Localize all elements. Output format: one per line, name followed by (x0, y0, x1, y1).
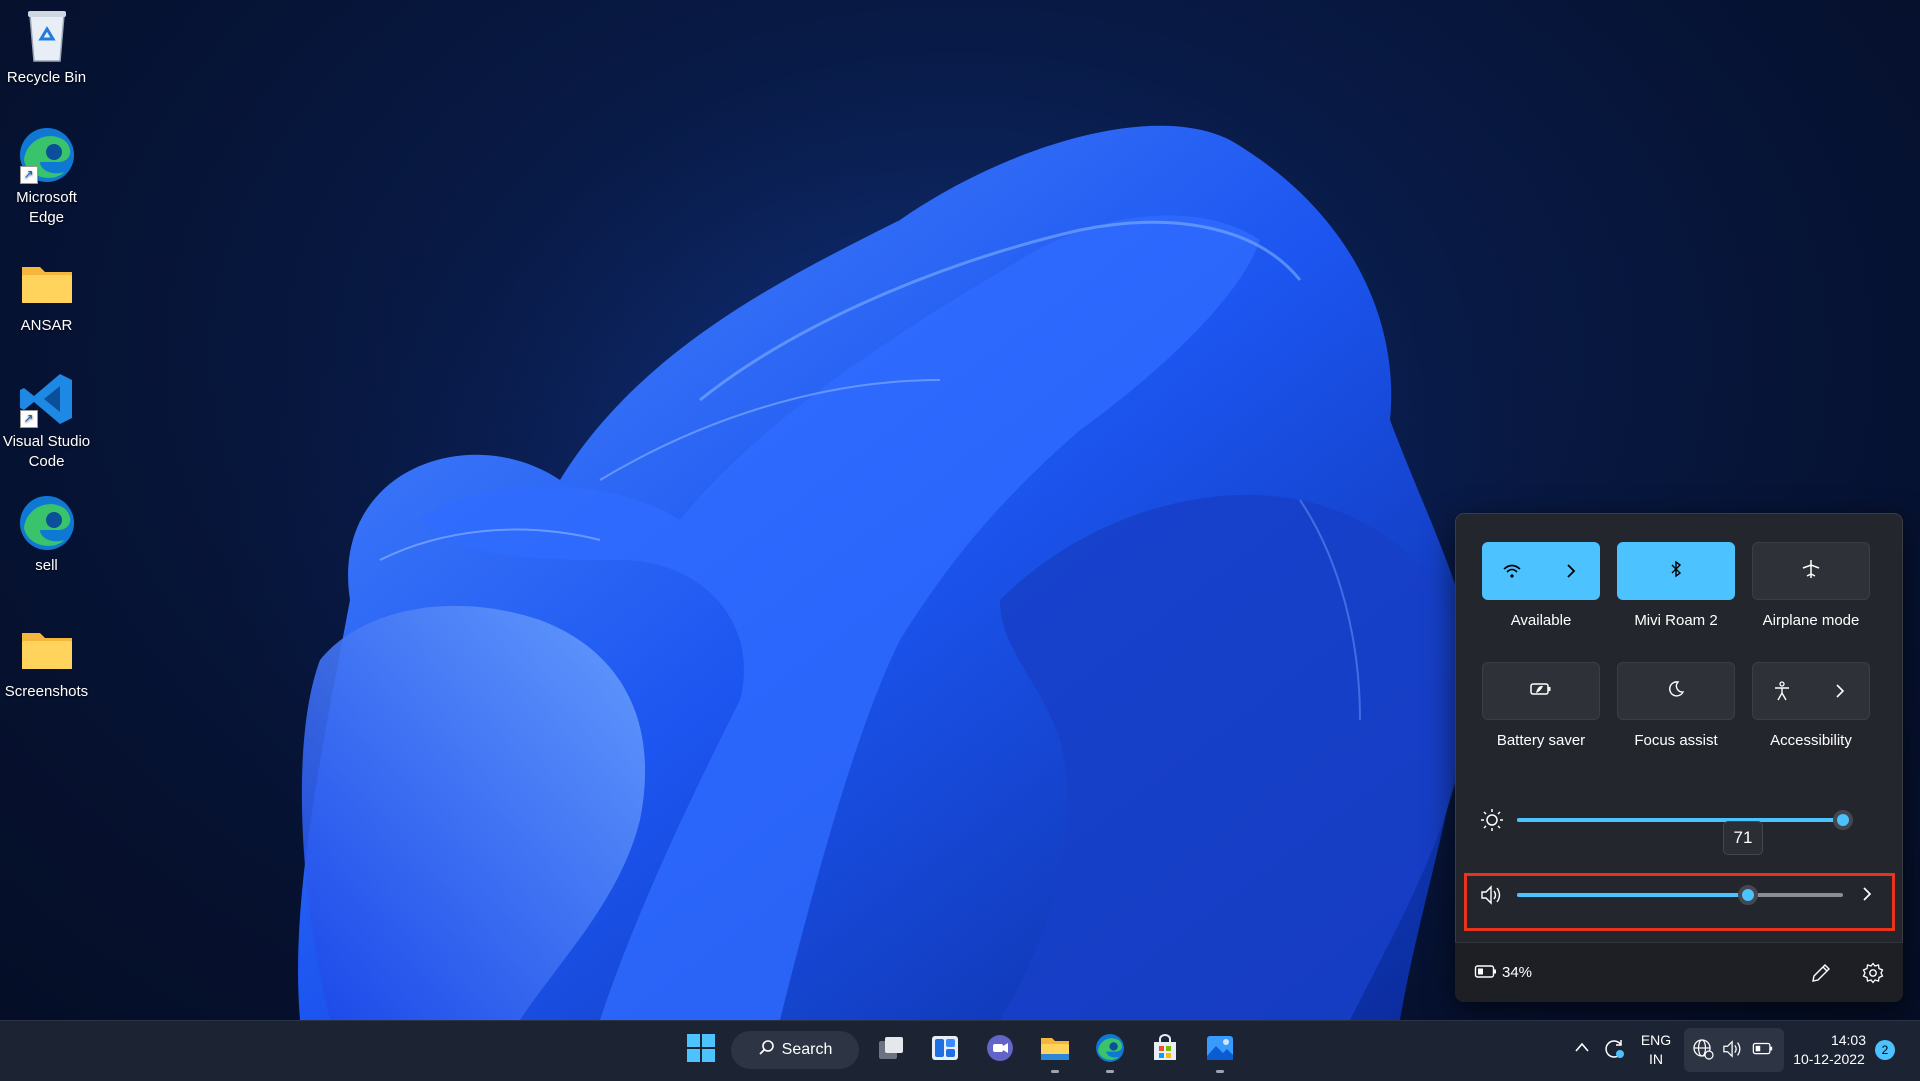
moon-icon (1667, 680, 1685, 703)
desktop-icon-vscode[interactable]: ↗ Visual Studio Code (0, 370, 93, 472)
desktop-icon-recycle-bin[interactable]: Recycle Bin (0, 6, 93, 88)
wifi-icon (1482, 542, 1541, 600)
battery-saver-tile[interactable] (1482, 662, 1600, 720)
running-indicator (1216, 1070, 1224, 1073)
shortcut-arrow-icon: ↗ (19, 166, 38, 184)
edit-pencil-icon[interactable] (1810, 962, 1832, 989)
onedrive-sync-icon[interactable] (1602, 1036, 1626, 1065)
chevron-right-icon[interactable] (1541, 542, 1600, 600)
folder-icon (18, 620, 76, 678)
edge-taskbar-button[interactable] (1092, 1032, 1128, 1068)
bluetooth-tile[interactable] (1617, 542, 1735, 600)
photos-icon (1205, 1034, 1235, 1067)
teams-chat-button[interactable] (982, 1032, 1018, 1068)
globe-network-icon (1692, 1038, 1714, 1065)
store-icon (1151, 1033, 1179, 1067)
task-view-icon (876, 1035, 906, 1066)
shortcut-arrow-icon: ↗ (19, 410, 38, 428)
taskbar-search-button[interactable]: Search (731, 1031, 859, 1069)
search-icon (758, 1039, 776, 1062)
running-indicator (1051, 1070, 1059, 1073)
bluetooth-icon (1670, 560, 1682, 583)
language-line1: ENG (1640, 1032, 1672, 1048)
widgets-button[interactable] (927, 1032, 963, 1068)
bluetooth-tile-label: Mivi Roam 2 (1634, 612, 1718, 629)
edge-icon (1095, 1033, 1125, 1068)
search-label: Search (781, 1041, 833, 1058)
clock-date: 10-12-2022 (1793, 1051, 1865, 1067)
folder-icon (18, 254, 76, 312)
battery-saver-tile-label: Battery saver (1496, 732, 1586, 749)
airplane-mode-tile-label: Airplane mode (1762, 612, 1860, 629)
desktop-icon-label: ANSAR (20, 317, 73, 334)
desktop-icon-ansar[interactable]: ANSAR (0, 254, 93, 336)
widgets-icon (930, 1034, 960, 1067)
desktop-icon-screenshots[interactable]: Screenshots (0, 620, 93, 702)
photos-button[interactable] (1202, 1032, 1238, 1068)
chevron-right-icon[interactable] (1811, 663, 1869, 719)
sun-icon (1480, 808, 1504, 837)
battery-percentage: 34% (1502, 964, 1533, 981)
start-button[interactable] (683, 1032, 719, 1068)
desktop-icon-sell[interactable]: sell (0, 494, 93, 576)
edge-icon: ↗ (18, 126, 76, 184)
brightness-tooltip: 71 (1723, 821, 1763, 855)
airplane-icon (1800, 559, 1822, 584)
desktop-icon-label: Visual Studio Code (2, 433, 91, 470)
airplane-mode-tile[interactable] (1752, 542, 1870, 600)
accessibility-icon (1753, 663, 1811, 719)
focus-assist-tile[interactable] (1617, 662, 1735, 720)
accessibility-tile-label: Accessibility (1770, 732, 1852, 749)
focus-assist-tile-label: Focus assist (1634, 732, 1718, 749)
notification-badge[interactable]: 2 (1875, 1040, 1895, 1060)
clock[interactable]: 14:03 10-12-2022 (1788, 1031, 1870, 1069)
file-explorer-button[interactable] (1037, 1032, 1073, 1068)
start-icon (686, 1033, 716, 1068)
brightness-slider-fill (1517, 818, 1843, 822)
task-view-button[interactable] (873, 1032, 909, 1068)
brightness-slider-thumb[interactable] (1833, 810, 1853, 830)
volume-tray-icon (1722, 1039, 1744, 1064)
language-indicator[interactable]: ENG IN (1636, 1031, 1676, 1069)
accessibility-tile[interactable] (1752, 662, 1870, 720)
battery-icon[interactable] (1474, 964, 1498, 985)
wifi-tile[interactable] (1482, 542, 1600, 600)
desktop-icon-microsoft-edge[interactable]: ↗ Microsoft Edge (0, 126, 93, 228)
store-button[interactable] (1147, 1032, 1183, 1068)
settings-gear-icon[interactable] (1862, 962, 1884, 989)
battery-tray-icon (1752, 1041, 1774, 1062)
vscode-icon: ↗ (18, 370, 76, 428)
wifi-tile-label: Available (1510, 612, 1572, 629)
battery-saver-icon (1529, 681, 1553, 702)
desktop-icon-label: sell (35, 557, 58, 574)
clock-time: 14:03 (1830, 1032, 1866, 1048)
running-indicator (1106, 1070, 1114, 1073)
file-explorer-icon (1039, 1034, 1071, 1067)
teams-chat-icon (985, 1033, 1015, 1068)
recycle-bin-icon (18, 6, 76, 64)
desktop-icon-label: Microsoft Edge (16, 189, 77, 226)
edge-icon (18, 494, 76, 552)
desktop-icon-label: Screenshots (4, 683, 89, 700)
volume-highlight-box (1464, 873, 1895, 931)
show-hidden-icons-chevron-up-icon[interactable] (1574, 1040, 1590, 1058)
language-line2: IN (1649, 1051, 1663, 1067)
desktop-icon-label: Recycle Bin (6, 69, 87, 86)
